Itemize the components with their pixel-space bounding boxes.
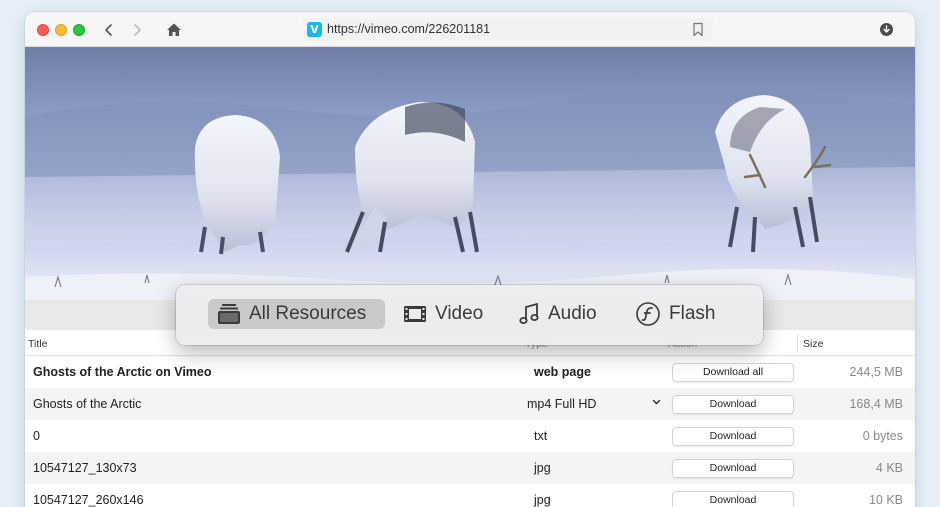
tab-audio[interactable]: Audio (509, 299, 609, 329)
close-window-button[interactable] (37, 24, 49, 36)
table-row[interactable]: 0 txt Download 0 bytes (25, 420, 915, 452)
table-row[interactable]: 10547127_130x73 jpg Download 4 KB (25, 452, 915, 484)
row-size: 10 KB (868, 493, 903, 507)
table-row[interactable]: Ghosts of the Arctic mp4 Full HD Downloa… (25, 388, 915, 420)
bookmark-icon[interactable] (691, 22, 705, 37)
row-size: 4 KB (875, 461, 903, 475)
vimeo-site-icon: V (307, 22, 322, 37)
tab-label: Audio (548, 303, 597, 324)
row-title: 0 (33, 429, 40, 443)
chevron-down-icon[interactable] (652, 396, 661, 411)
home-icon[interactable] (164, 20, 184, 40)
tab-all-resources[interactable]: All Resources (208, 299, 385, 329)
download-button[interactable]: Download (672, 395, 794, 414)
back-arrow-icon[interactable] (99, 20, 119, 40)
download-button[interactable]: Download (672, 427, 794, 446)
table-row[interactable]: 10547127_260x146 jpg Download 10 KB (25, 484, 915, 507)
music-note-icon (519, 302, 539, 324)
video-preview[interactable] (25, 47, 915, 300)
tab-label: Video (435, 303, 484, 324)
row-type: jpg (534, 461, 551, 475)
minimize-window-button[interactable] (55, 24, 67, 36)
row-title: 10547127_130x73 (33, 461, 137, 475)
resources-table: Title Type Action Size Ghosts of the Arc… (25, 330, 915, 507)
address-bar[interactable]: V https://vimeo.com/226201181 (303, 18, 713, 41)
browser-window: V https://vimeo.com/226201181 Title Size… (25, 12, 915, 507)
tab-label: All Resources (249, 303, 367, 324)
film-icon (404, 306, 426, 322)
toolbar: V https://vimeo.com/226201181 (25, 12, 915, 47)
tab-flash[interactable]: Flash (626, 299, 726, 329)
column-separator (797, 334, 798, 352)
row-size: 0 bytes (862, 429, 903, 443)
download-button[interactable]: Download (672, 491, 794, 507)
row-size: 244,5 MB (849, 365, 903, 379)
downloads-icon[interactable] (880, 23, 893, 36)
reindeer-scene-image (25, 90, 915, 300)
format-select[interactable]: mp4 Full HD (527, 397, 596, 411)
tab-label: Flash (669, 303, 716, 324)
flash-icon (636, 302, 660, 326)
download-all-button[interactable]: Download all (672, 363, 794, 382)
stack-icon (218, 304, 240, 324)
row-title: Ghosts of the Arctic on Vimeo (33, 365, 212, 379)
url-text: https://vimeo.com/226201181 (327, 22, 491, 36)
download-button[interactable]: Download (672, 459, 794, 478)
header-size[interactable]: Size (803, 338, 823, 350)
header-title[interactable]: Title (28, 338, 47, 350)
row-type: web page (534, 365, 591, 379)
table-row[interactable]: Ghosts of the Arctic on Vimeo web page D… (25, 356, 915, 388)
tab-video[interactable]: Video (394, 299, 490, 329)
row-title: Ghosts of the Arctic (33, 397, 142, 411)
zoom-window-button[interactable] (73, 24, 85, 36)
row-title: 10547127_260x146 (33, 493, 144, 507)
row-size: 168,4 MB (849, 397, 903, 411)
row-type: jpg (534, 493, 551, 507)
row-type: txt (534, 429, 548, 443)
resource-filter-control: All Resources Video Audio Flash (176, 285, 763, 345)
forward-arrow-icon[interactable] (127, 20, 147, 40)
